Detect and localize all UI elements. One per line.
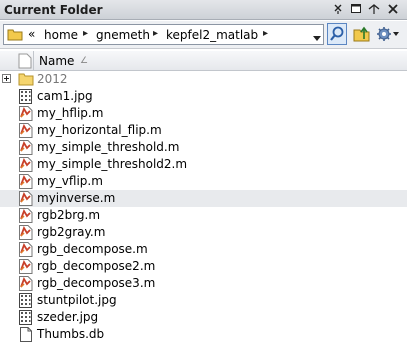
file-name: my_horizontal_flip.m [37,123,162,137]
name-column-header[interactable]: Name [39,54,74,68]
file-row[interactable]: rgb_decompose2.m [0,258,407,275]
file-row[interactable]: my_vflip.m [0,173,407,190]
file-name: 2012 [37,72,68,86]
file-name: rgb_decompose2.m [37,259,156,273]
file-name: myinverse.m [37,191,116,205]
maximize-icon[interactable] [367,2,381,16]
breadcrumb-kepfel2-matlab[interactable]: kepfel2_matlab [166,28,258,42]
address-toolbar: « home ▸ gnemeth ▸ kepfel2_matlab ▸ [0,21,407,49]
breadcrumb-gnemeth[interactable]: gnemeth [96,28,150,42]
file-name: rgb2gray.m [37,225,106,239]
matlab-file-icon [18,156,34,172]
close-icon[interactable] [386,2,400,16]
column-header: Name ∠ [0,51,407,71]
folder-up-icon[interactable] [353,25,371,46]
panel-title: Current Folder [4,3,103,17]
overflow-chevron[interactable]: « [28,27,35,41]
file-row[interactable]: my_horizontal_flip.m [0,122,407,139]
search-icon [330,26,344,41]
breadcrumb-separator[interactable]: ▸ [153,28,158,39]
file-icon [18,53,32,69]
file-row[interactable]: 2012 [0,71,407,88]
gear-icon[interactable] [376,25,400,46]
matlab-file-icon [18,241,34,257]
file-name: rgb2brg.m [37,208,101,222]
folder-icon [7,27,23,45]
breadcrumb-separator[interactable]: ▸ [263,28,268,39]
file-row[interactable]: cam1.jpg [0,88,407,105]
image-file-icon [18,292,34,308]
matlab-file-icon [18,207,34,223]
chevron-down-icon[interactable] [313,31,321,45]
file-name: my_vflip.m [37,174,103,188]
image-file-icon [18,309,34,325]
file-row[interactable]: Thumbs.db [0,326,407,343]
matlab-file-icon [18,173,34,189]
matlab-file-icon [18,105,34,121]
file-name: Thumbs.db [37,327,105,341]
file-row[interactable]: my_simple_threshold2.m [0,156,407,173]
file-name: my_hflip.m [37,106,104,120]
file-name: szeder.jpg [37,310,99,324]
panel-titlebar: Current Folder [0,0,407,20]
file-row[interactable]: rgb2brg.m [0,207,407,224]
image-file-icon [18,88,34,104]
search-button[interactable] [327,23,347,45]
matlab-file-icon [18,122,34,138]
file-name: cam1.jpg [37,89,93,103]
file-row[interactable]: rgb_decompose.m [0,241,407,258]
matlab-file-icon [18,139,34,155]
file-name: my_simple_threshold2.m [37,157,188,171]
file-row[interactable]: rgb2gray.m [0,224,407,241]
folder-icon [18,71,34,87]
matlab-file-icon [18,224,34,240]
file-name: my_simple_threshold.m [37,140,180,154]
matlab-file-icon [18,258,34,274]
file-row[interactable]: szeder.jpg [0,309,407,326]
breadcrumb-home[interactable]: home [44,28,78,42]
matlab-file-icon [18,275,34,291]
matlab-file-icon [18,190,34,206]
breadcrumb-separator[interactable]: ▸ [83,28,88,39]
file-row[interactable]: myinverse.m [0,190,407,207]
expand-icon[interactable] [2,74,11,83]
file-name: rgb_decompose.m [37,242,148,256]
file-row[interactable]: my_hflip.m [0,105,407,122]
file-name: stuntpilot.jpg [37,293,117,307]
document-icon [18,326,34,342]
sort-ascending-icon: ∠ [80,56,89,66]
address-bar[interactable]: « home ▸ gnemeth ▸ kepfel2_matlab ▸ [3,24,324,45]
undock-icon[interactable] [349,2,363,16]
file-row[interactable]: my_simple_threshold.m [0,139,407,156]
file-row[interactable]: rgb_decompose3.m [0,275,407,292]
file-row[interactable]: stuntpilot.jpg [0,292,407,309]
file-name: rgb_decompose3.m [37,276,156,290]
pin-icon[interactable] [331,2,345,16]
icon-column-header[interactable] [15,51,34,70]
